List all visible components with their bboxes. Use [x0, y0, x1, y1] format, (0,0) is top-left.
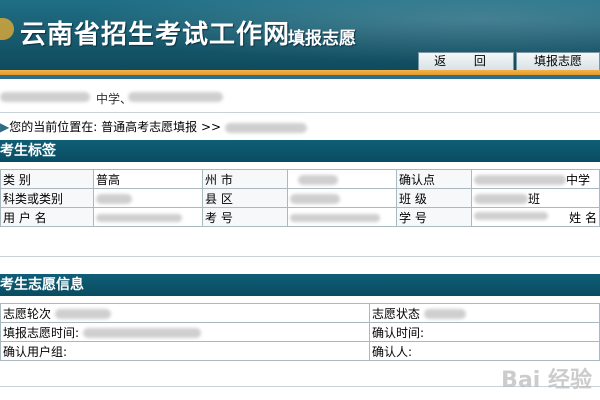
breadcrumb: ▶您的当前位置在: 普通高考志愿填报 >>: [0, 118, 307, 135]
redacted-text: [474, 175, 566, 185]
user-info-row: 中学、: [0, 82, 600, 113]
info-cell: 确认用户组:: [0, 341, 370, 361]
page-subtitle: 填报志愿: [288, 29, 356, 49]
section-title: 考生志愿信息: [0, 277, 84, 293]
label-cell: 考 号: [202, 207, 288, 227]
info-cell: 确认人:: [369, 341, 600, 361]
redacted-text: [0, 92, 90, 102]
table-row: 类 别 普高 州 市 确认点 中学: [0, 169, 600, 189]
divider: [0, 256, 600, 257]
student-label-table: 类 别 普高 州 市 确认点 中学 科类或类别 县 区 班 级 班 用 户 名 …: [0, 169, 600, 227]
value-cell: [287, 188, 397, 208]
value-cell: [287, 207, 397, 227]
breadcrumb-separator: >>: [200, 120, 222, 134]
redacted-text: [83, 328, 202, 338]
label-cell: 班 级: [396, 188, 472, 208]
confirm-group-label: 确认用户组:: [3, 344, 68, 359]
table-row: 科类或类别 县 区 班 级 班: [0, 188, 600, 208]
header-tabs: 返 回 填报志愿: [416, 52, 600, 70]
confirm-time-label: 确认时间:: [372, 325, 425, 340]
header-blue-bar: [0, 75, 600, 79]
value-cell: 中学: [471, 169, 600, 189]
redacted-text: [298, 174, 338, 185]
school-text: 中学、: [96, 92, 133, 106]
breadcrumb-link[interactable]: 普通高考志愿填报: [101, 120, 197, 134]
label-cell: 科类或类别: [0, 188, 94, 208]
round-label: 志愿轮次: [3, 306, 52, 321]
value-cell: [93, 188, 203, 208]
section-title: 考生标签: [0, 143, 56, 159]
table-row: 填报志愿时间: 确认时间:: [0, 322, 600, 342]
value-cell: 普高: [93, 169, 203, 189]
redacted-text: [55, 309, 112, 319]
site-header: 云南省招生考试工作网 填报志愿 返 回 填报志愿: [0, 0, 600, 70]
redacted-text: [474, 212, 548, 220]
redacted-text: [474, 194, 528, 204]
redacted-text: [96, 213, 182, 222]
fill-time-label: 填报志愿时间:: [3, 325, 80, 340]
status-label: 志愿状态: [372, 306, 421, 321]
redacted-text: [128, 92, 223, 102]
fill-volunteer-button[interactable]: 填报志愿: [516, 52, 600, 70]
volunteer-info-table: 志愿轮次 志愿状态 填报志愿时间: 确认时间: 确认用户组: 确认人:: [0, 303, 600, 361]
table-row: 用 户 名 考 号 学 号 姓 名: [0, 207, 600, 227]
table-row: 志愿轮次 志愿状态: [0, 303, 600, 323]
label-cell: 确认点: [396, 169, 472, 189]
info-cell: 志愿状态: [369, 303, 600, 323]
label-cell: 用 户 名: [0, 207, 94, 227]
value-cell: [93, 207, 203, 227]
section-header-volunteer-info: 考生志愿信息: [0, 274, 600, 296]
name-label: 姓 名: [569, 210, 597, 225]
label-cell: 州 市: [202, 169, 288, 189]
value-cell: [287, 169, 397, 189]
school-type-value: 中学: [566, 172, 591, 187]
back-button[interactable]: 返 回: [418, 52, 514, 70]
confirm-person-label: 确认人:: [372, 344, 413, 359]
info-cell: 确认时间:: [369, 322, 600, 342]
watermark: Bai 经验: [501, 368, 592, 393]
info-cell: 填报志愿时间:: [0, 322, 370, 342]
class-value: 班: [528, 191, 541, 206]
label-cell: 县 区: [202, 188, 288, 208]
redacted-text: [424, 309, 467, 319]
redacted-text: [290, 193, 340, 204]
redacted-text: [290, 213, 380, 222]
breadcrumb-prefix: 您的当前位置在:: [9, 120, 98, 134]
arrow-right-icon: ▶: [0, 120, 10, 134]
value-cell: 姓 名: [471, 207, 600, 227]
label-cell: 类 别: [0, 169, 94, 189]
redacted-text: [224, 122, 307, 133]
info-cell: 志愿轮次: [0, 303, 370, 323]
value-cell: 班: [471, 188, 600, 208]
section-header-student-label: 考生标签: [0, 140, 600, 162]
label-cell: 学 号: [396, 207, 472, 227]
site-title: 云南省招生考试工作网: [20, 20, 291, 50]
table-row: 确认用户组: 确认人:: [0, 341, 600, 361]
redacted-text: [96, 193, 132, 204]
